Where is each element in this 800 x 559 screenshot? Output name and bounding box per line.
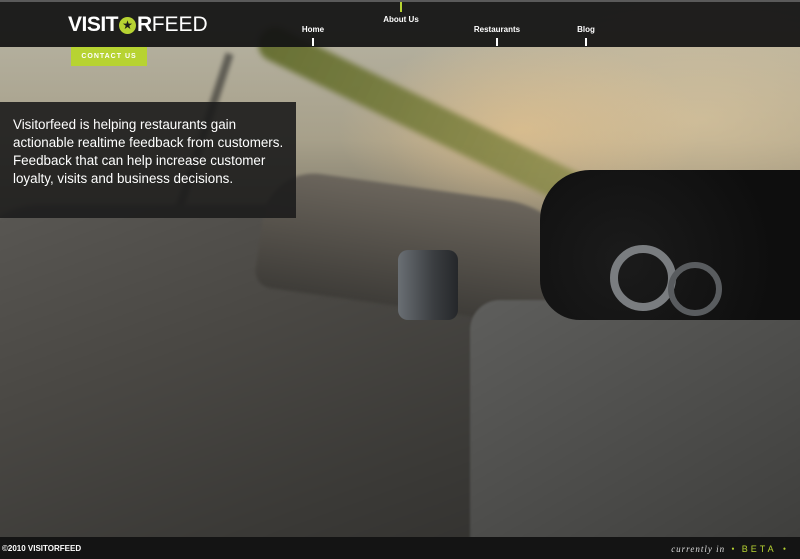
photo-peg (398, 250, 458, 320)
nav-item-restaurants[interactable]: Restaurants (470, 25, 524, 46)
logo-text-visit: VISIT (68, 13, 119, 36)
nav-active-marker (400, 2, 402, 12)
intro-panel: Visitorfeed is helping restaurants gain … (0, 102, 296, 218)
nav-item-label: About Us (383, 15, 419, 24)
intro-text: Visitorfeed is helping restaurants gain … (13, 117, 284, 186)
nav-item-label: Restaurants (473, 25, 521, 34)
nav-item-label: Blog (577, 25, 595, 34)
nav-item-label: Home (301, 25, 325, 34)
beta-status-prefix: currently in (671, 544, 726, 554)
contact-us-button[interactable]: CONTACT US (71, 47, 147, 66)
photo-ring-small (668, 262, 722, 316)
nav-tick-marker (496, 38, 498, 46)
beta-status-word: BETA (741, 544, 777, 554)
bullet-icon: • (731, 544, 736, 554)
nav-tick-marker (585, 38, 587, 46)
nav-tick-marker (312, 38, 314, 46)
hero-background-photo (0, 0, 800, 559)
logo-star-badge-icon (119, 16, 137, 34)
nav-item-blog[interactable]: Blog (574, 25, 598, 46)
nav-item-about-us[interactable]: About Us (380, 2, 422, 24)
bullet-icon: • (782, 544, 787, 554)
site-logo[interactable]: VISIT R FEED (68, 13, 208, 37)
top-navigation-bar: VISIT R FEED Home About Us Restaurants B… (0, 0, 800, 47)
beta-status: currently in • BETA • (671, 544, 790, 554)
footer-bar: ©2010 VISITORFEED currently in • BETA • (0, 537, 800, 559)
photo-surface (470, 300, 800, 559)
logo-text-r: R (137, 13, 152, 36)
logo-text-feed: FEED (151, 13, 208, 36)
photo-ring (610, 245, 676, 311)
copyright-text: ©2010 VISITORFEED (2, 544, 82, 553)
nav-item-home[interactable]: Home (298, 25, 328, 46)
